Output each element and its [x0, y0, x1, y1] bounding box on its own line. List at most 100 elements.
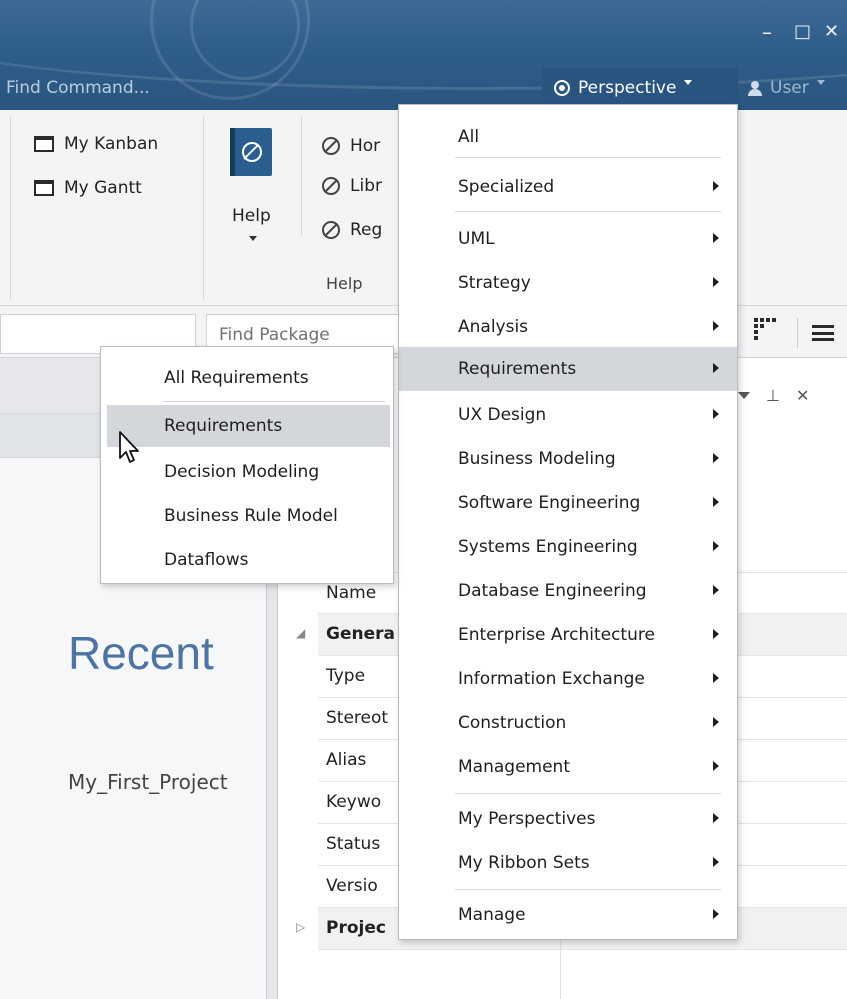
- help-button-label[interactable]: Help: [232, 206, 271, 226]
- menu-item-label: Software Engineering: [458, 493, 641, 513]
- menu-item-management[interactable]: Management: [399, 745, 737, 789]
- menu-item-label: Database Engineering: [458, 581, 647, 601]
- menu-item-uml[interactable]: UML: [399, 217, 737, 261]
- caret-down-icon: [684, 79, 693, 85]
- submenu-item-requirements[interactable]: Requirements: [107, 405, 390, 447]
- help-glyph-icon: [242, 142, 262, 162]
- menu-item-label: Systems Engineering: [458, 537, 638, 557]
- submenu-arrow-icon: [713, 181, 719, 191]
- my-kanban-button[interactable]: My Kanban: [34, 134, 158, 154]
- submenu-item-label: Dataflows: [164, 550, 249, 570]
- minimize-button[interactable]: –: [762, 22, 772, 42]
- submenu-arrow-icon: [713, 761, 719, 771]
- property-label: Stereot: [326, 708, 389, 728]
- help-group-label: Help: [326, 274, 363, 293]
- my-gantt-button[interactable]: My Gantt: [34, 178, 142, 198]
- eye-icon: [554, 80, 570, 96]
- menu-item-label: Information Exchange: [458, 669, 645, 689]
- perspective-label: Perspective: [578, 78, 677, 98]
- property-label: Keywo: [326, 792, 382, 812]
- ribbon-separator: [203, 116, 204, 300]
- help-link-library[interactable]: Libr: [322, 176, 382, 196]
- submenu-item-label: Business Rule Model: [164, 506, 338, 526]
- menu-item-label: Requirements: [458, 359, 577, 379]
- requirements-submenu: All Requirements Requirements Decision M…: [100, 346, 394, 584]
- submenu-arrow-icon: [713, 233, 719, 243]
- menu-item-label: Manage: [458, 905, 526, 925]
- menu-separator: [455, 157, 721, 158]
- grid-icon[interactable]: [754, 318, 776, 340]
- menu-item-label: Specialized: [458, 177, 555, 197]
- find-command-input[interactable]: Find Command...: [6, 78, 150, 98]
- menu-item-database-engineering[interactable]: Database Engineering: [399, 569, 737, 613]
- submenu-arrow-icon: [713, 585, 719, 595]
- menu-icon[interactable]: [812, 325, 834, 341]
- menu-separator: [163, 401, 385, 402]
- submenu-item-all-requirements[interactable]: All Requirements: [101, 357, 393, 399]
- menu-item-manage[interactable]: Manage: [399, 893, 737, 937]
- help-caret-icon[interactable]: [249, 236, 257, 241]
- toolbar-separator: [797, 318, 798, 348]
- submenu-arrow-icon: [713, 717, 719, 727]
- property-category-label: Projec: [326, 918, 386, 938]
- menu-item-label: UX Design: [458, 405, 547, 425]
- menu-separator: [455, 793, 721, 794]
- help-link-label: Libr: [350, 176, 382, 196]
- menu-item-software-engineering[interactable]: Software Engineering: [399, 481, 737, 525]
- menu-item-label: Business Modeling: [458, 449, 616, 469]
- menu-item-enterprise-architecture[interactable]: Enterprise Architecture: [399, 613, 737, 657]
- collapse-icon[interactable]: ◢: [296, 626, 305, 640]
- property-label: Name: [326, 583, 377, 603]
- perspective-button[interactable]: Perspective: [542, 68, 738, 108]
- recent-project-link[interactable]: My_First_Project: [68, 770, 228, 794]
- submenu-item-business-rule-model[interactable]: Business Rule Model: [101, 495, 393, 537]
- menu-item-construction[interactable]: Construction: [399, 701, 737, 745]
- user-icon: [748, 80, 762, 96]
- perspective-menu: All Specialized UML Strategy Analysis Re…: [398, 104, 738, 940]
- help-book-icon[interactable]: [230, 128, 272, 176]
- menu-item-requirements[interactable]: Requirements: [399, 347, 737, 391]
- pin-icon[interactable]: ⊥: [766, 386, 780, 405]
- menu-separator: [455, 211, 721, 212]
- menu-item-label: Construction: [458, 713, 567, 733]
- user-button[interactable]: User: [748, 78, 825, 98]
- menu-item-label: My Perspectives: [458, 809, 596, 829]
- menu-item-information-exchange[interactable]: Information Exchange: [399, 657, 737, 701]
- menu-item-label: My Ribbon Sets: [458, 853, 590, 873]
- submenu-item-decision-modeling[interactable]: Decision Modeling: [101, 451, 393, 493]
- menu-item-ux-design[interactable]: UX Design: [399, 393, 737, 437]
- ribbon-separator: [301, 116, 302, 236]
- close-pane-icon[interactable]: ✕: [796, 386, 809, 405]
- menu-item-my-ribbon-sets[interactable]: My Ribbon Sets: [399, 841, 737, 885]
- menu-item-strategy[interactable]: Strategy: [399, 261, 737, 305]
- title-bar: – □ ✕ Find Command... Perspective User: [0, 0, 847, 110]
- submenu-arrow-icon: [713, 541, 719, 551]
- help-link-register[interactable]: Reg: [322, 220, 382, 240]
- menu-item-specialized[interactable]: Specialized: [399, 165, 737, 209]
- caret-down-icon: [816, 79, 825, 85]
- ribbon-separator: [10, 116, 11, 300]
- window-icon: [34, 180, 54, 196]
- panel-splitter[interactable]: [266, 560, 278, 999]
- menu-item-systems-engineering[interactable]: Systems Engineering: [399, 525, 737, 569]
- help-link-label: Reg: [350, 220, 383, 240]
- dropdown-icon[interactable]: [738, 392, 750, 399]
- help-link-home[interactable]: Hor: [322, 136, 380, 156]
- menu-item-analysis[interactable]: Analysis: [399, 305, 737, 349]
- close-window-button[interactable]: ✕: [824, 22, 839, 42]
- menu-item-label: Analysis: [458, 317, 529, 337]
- submenu-item-dataflows[interactable]: Dataflows: [101, 539, 393, 581]
- help-link-icon: [322, 177, 340, 195]
- maximize-button[interactable]: □: [794, 22, 811, 42]
- menu-item-business-modeling[interactable]: Business Modeling: [399, 437, 737, 481]
- submenu-arrow-icon: [713, 857, 719, 867]
- property-label: Alias: [326, 750, 367, 770]
- property-label: Type: [326, 666, 366, 686]
- menu-separator: [455, 889, 721, 890]
- property-column-separator: [560, 940, 561, 999]
- recent-heading: Recent: [68, 627, 214, 679]
- menu-item-my-perspectives[interactable]: My Perspectives: [399, 797, 737, 841]
- menu-item-all[interactable]: All: [399, 115, 737, 159]
- property-label: Status: [326, 834, 381, 854]
- expand-icon[interactable]: ▷: [296, 920, 305, 934]
